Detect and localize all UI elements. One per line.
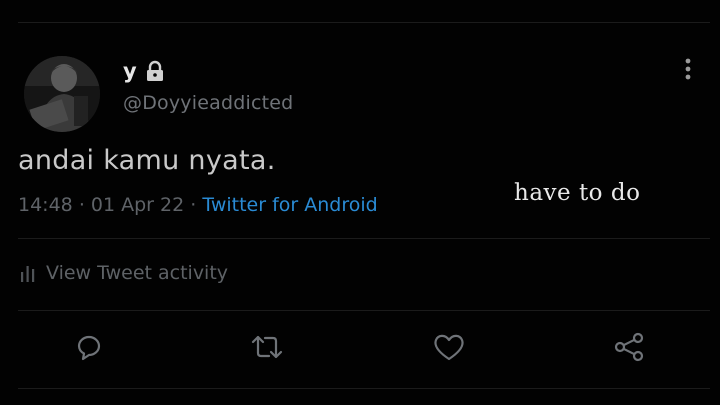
user-handle[interactable]: @Doyyieaddicted [123, 92, 293, 114]
reply-icon [77, 335, 101, 361]
name-row: y [123, 58, 165, 84]
share-icon [614, 332, 644, 362]
tweet-meta: 14:48 · 01 Apr 22 · Twitter for Android [18, 194, 378, 216]
tweet-date: 01 Apr 22 [90, 194, 185, 216]
retweet-button[interactable] [250, 330, 284, 364]
avatar-image [24, 56, 100, 132]
overlay-caption: have to do [514, 180, 641, 206]
tweet-source-link[interactable]: Twitter for Android [202, 194, 377, 216]
tweet-activity-link[interactable]: View Tweet activity [20, 262, 228, 284]
activity-divider [18, 310, 710, 311]
more-options-icon[interactable] [680, 56, 696, 84]
meta-separator: · [190, 194, 197, 216]
top-divider [18, 22, 710, 23]
meta-separator: · [78, 194, 85, 216]
tweet-detail-view: y @Doyyieaddicted andai kamu nyata. 14:4… [0, 0, 720, 405]
like-button[interactable] [432, 330, 466, 364]
tweet-activity-label: View Tweet activity [46, 262, 229, 284]
heart-icon [434, 334, 464, 361]
lock-icon [145, 60, 165, 82]
meta-divider [18, 238, 710, 239]
tweet-time: 14:48 [18, 194, 73, 216]
share-button[interactable] [612, 330, 646, 364]
display-name[interactable]: y [123, 58, 137, 84]
reply-button[interactable] [72, 330, 106, 364]
tweet-text: andai kamu nyata. [18, 145, 276, 176]
bar-chart-icon [20, 264, 36, 282]
retweet-icon [251, 335, 283, 359]
avatar[interactable] [24, 56, 100, 132]
bottom-divider [18, 388, 710, 389]
action-bar [0, 330, 720, 370]
